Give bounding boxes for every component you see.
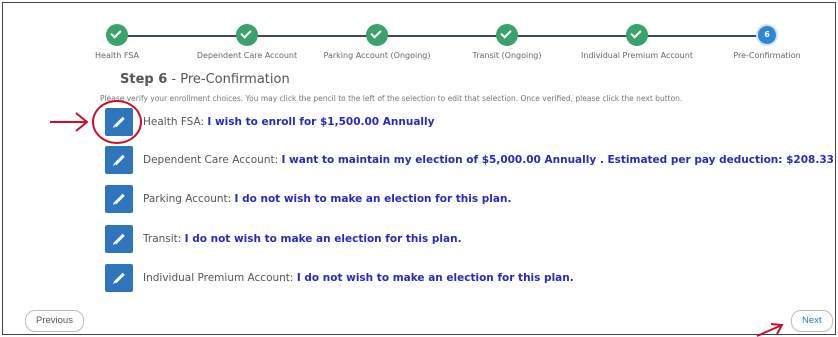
instructions-text: Please verify your enrollment choices. Y… <box>100 94 683 103</box>
step-label: Parking Account (Ongoing) <box>323 51 431 60</box>
edit-individual-premium-button[interactable] <box>105 264 133 292</box>
step-pre-confirmation: 6 Pre-Confirmation <box>697 24 837 60</box>
selection-text: Transit: I do not wish to make an electi… <box>143 233 462 245</box>
annotation-circle <box>92 100 142 144</box>
pencil-icon <box>113 193 125 205</box>
selection-value: I do not wish to make an election for th… <box>234 193 512 205</box>
edit-transit-button[interactable] <box>105 225 133 253</box>
next-button[interactable]: Next <box>791 310 833 332</box>
step-label: Individual Premium Account <box>581 51 693 60</box>
annotation-arrow-icon <box>50 112 89 132</box>
selection-row-transit: Transit: I do not wish to make an electi… <box>105 225 462 253</box>
step-name: - Pre-Confirmation <box>167 72 290 87</box>
previous-button[interactable]: Previous <box>25 310 84 332</box>
selection-label: Transit: <box>143 233 185 245</box>
progress-stepper: Health FSA Dependent Care Account Parkin… <box>0 0 838 70</box>
step-current-badge: 6 <box>756 24 778 46</box>
step-complete-icon <box>496 24 518 46</box>
step-label: Health FSA <box>95 51 139 60</box>
check-icon <box>630 27 642 39</box>
pencil-icon <box>113 272 125 284</box>
check-icon <box>500 27 512 39</box>
pencil-icon <box>113 154 125 166</box>
pencil-icon <box>113 233 125 245</box>
check-icon <box>370 27 382 39</box>
selection-value: I do not wish to make an election for th… <box>296 272 574 284</box>
page-title: Step 6 - Pre-Confirmation <box>120 72 290 87</box>
step-complete-icon <box>236 24 258 46</box>
edit-parking-button[interactable] <box>105 185 133 213</box>
step-label: Dependent Care Account <box>196 51 298 60</box>
selection-text: Dependent Care Account: I want to mainta… <box>143 154 834 166</box>
check-icon <box>110 27 122 39</box>
selection-text: Health FSA: I wish to enroll for $1,500.… <box>143 116 434 128</box>
selection-row-individual-premium: Individual Premium Account: I do not wis… <box>105 264 574 292</box>
step-transit[interactable]: Transit (Ongoing) <box>437 24 577 60</box>
step-complete-icon <box>106 24 128 46</box>
selection-label: Individual Premium Account: <box>143 272 297 284</box>
selection-row-parking: Parking Account: I do not wish to make a… <box>105 185 511 213</box>
step-complete-icon <box>626 24 648 46</box>
step-complete-icon <box>366 24 388 46</box>
selection-text: Individual Premium Account: I do not wis… <box>143 272 574 284</box>
step-health-fsa[interactable]: Health FSA <box>47 24 187 60</box>
step-individual-premium[interactable]: Individual Premium Account <box>567 24 707 60</box>
selection-value: I do not wish to make an election for th… <box>184 233 462 245</box>
annotation-arrow-icon <box>756 323 784 337</box>
step-dependent-care[interactable]: Dependent Care Account <box>177 24 317 60</box>
selection-label: Parking Account: <box>143 193 235 205</box>
selection-value: I wish to enroll for $1,500.00 Annually <box>207 116 435 128</box>
selection-value: I want to maintain my election of $5,000… <box>281 154 834 166</box>
check-icon <box>240 27 252 39</box>
step-label: Pre-Confirmation <box>733 51 801 60</box>
edit-dependent-care-button[interactable] <box>105 146 133 174</box>
selection-row-health-fsa: Health FSA: I wish to enroll for $1,500.… <box>105 108 434 136</box>
selection-label: Dependent Care Account: <box>143 154 282 166</box>
step-parking[interactable]: Parking Account (Ongoing) <box>307 24 447 60</box>
selection-row-dependent-care: Dependent Care Account: I want to mainta… <box>105 146 834 174</box>
step-label: Transit (Ongoing) <box>472 51 542 60</box>
step-number: Step 6 <box>120 72 168 87</box>
selection-label: Health FSA: <box>143 116 208 128</box>
selection-text: Parking Account: I do not wish to make a… <box>143 193 511 205</box>
